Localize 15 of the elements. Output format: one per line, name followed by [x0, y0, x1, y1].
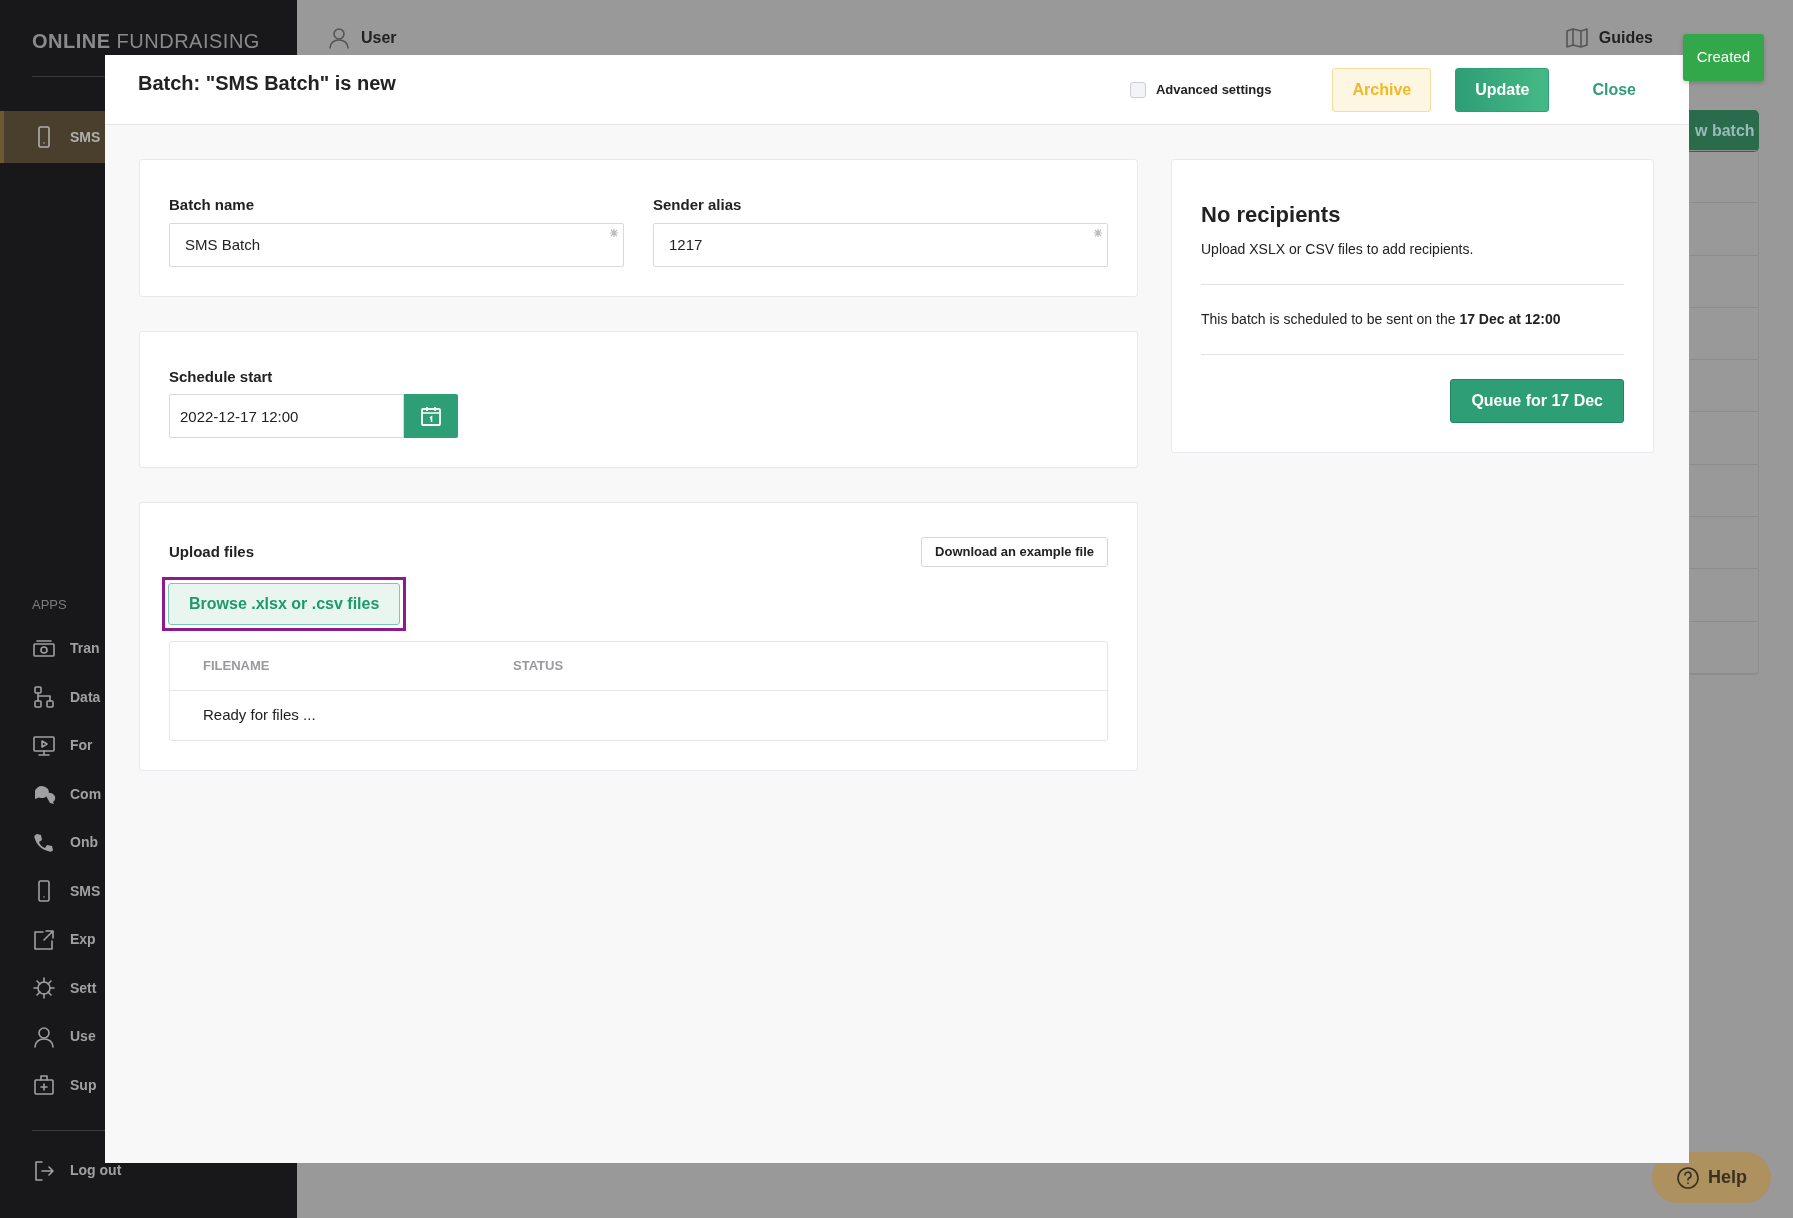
- checkbox-label: Advanced settings: [1155, 80, 1272, 99]
- modal-title: Batch: "SMS Batch" is new: [138, 70, 397, 95]
- field-label: Batch name: [169, 195, 256, 215]
- schedule-text: This batch is scheduled to be sent on the 17 Dec at 12:00: [1201, 310, 1562, 329]
- recipients-title: No recipients: [1201, 201, 1342, 229]
- column-header: FILENAME: [203, 656, 271, 675]
- hint-text: Upload XSLX or CSV files to add recipients.: [1201, 240, 1475, 259]
- toast: Created: [1682, 34, 1764, 81]
- field-label: Schedule start: [169, 366, 274, 387]
- column-header: STATUS: [513, 656, 564, 675]
- logo: ONLINE FUNDRAISING: [31, 29, 261, 54]
- section-heading: APPS: [32, 596, 67, 614]
- empty-message: Ready for files ...: [203, 704, 316, 725]
- section-label: Upload files: [169, 541, 254, 562]
- field-label: Sender alias: [653, 195, 743, 215]
